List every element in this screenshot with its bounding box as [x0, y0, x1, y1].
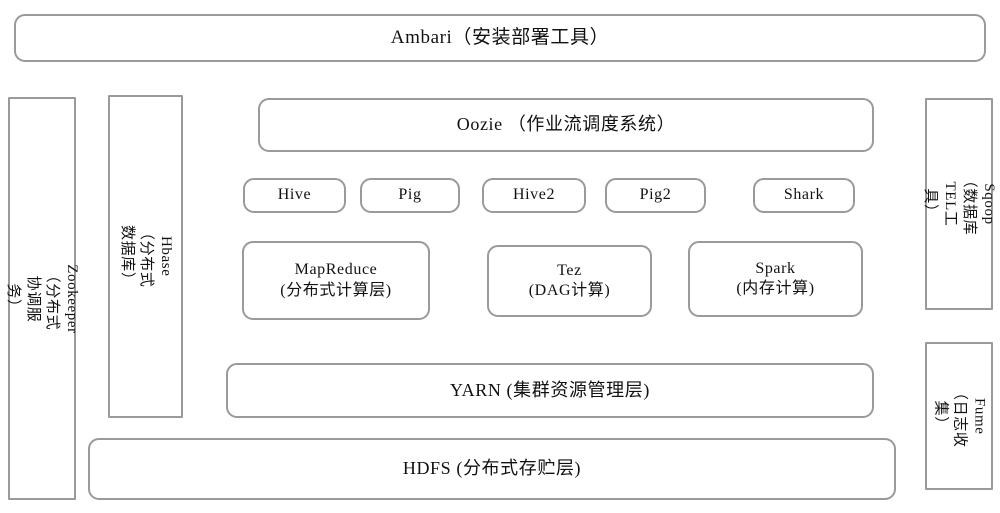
node-spark: Spark (内存计算) [688, 241, 863, 317]
node-pig: Pig [360, 178, 460, 213]
node-shark: Shark [753, 178, 855, 213]
node-hdfs: HDFS (分布式存贮层) [88, 438, 896, 500]
node-yarn: YARN (集群资源管理层) [226, 363, 874, 418]
node-fume-label: Fume （日志收集） [932, 384, 988, 448]
node-hbase: Hbase （分布式数据库） [108, 95, 183, 418]
node-ambari: Ambari（安装部署工具） [14, 14, 986, 62]
node-sqoop-label: Sqoop （数据库TEL工具） [922, 172, 998, 236]
node-pig2: Pig2 [605, 178, 706, 213]
node-zookeeper: Zookeeper （分布式协调服务） [6, 97, 80, 500]
node-sqoop: Sqoop （数据库TEL工具） [923, 98, 997, 310]
node-tez: Tez (DAG计算) [487, 245, 652, 317]
node-hive: Hive [243, 178, 346, 213]
node-mapreduce: MapReduce (分布式计算层) [242, 241, 430, 320]
node-fume: Fume （日志收集） [925, 342, 993, 490]
hadoop-architecture-diagram: Ambari（安装部署工具） Zookeeper （分布式协调服务） Hbase… [0, 0, 1000, 513]
node-hive2: Hive2 [482, 178, 586, 213]
node-oozie: Oozie （作业流调度系统） [258, 98, 874, 152]
node-zookeeper-label: Zookeeper （分布式协调服务） [5, 263, 81, 334]
node-hbase-label: Hbase （分布式数据库） [118, 225, 174, 288]
